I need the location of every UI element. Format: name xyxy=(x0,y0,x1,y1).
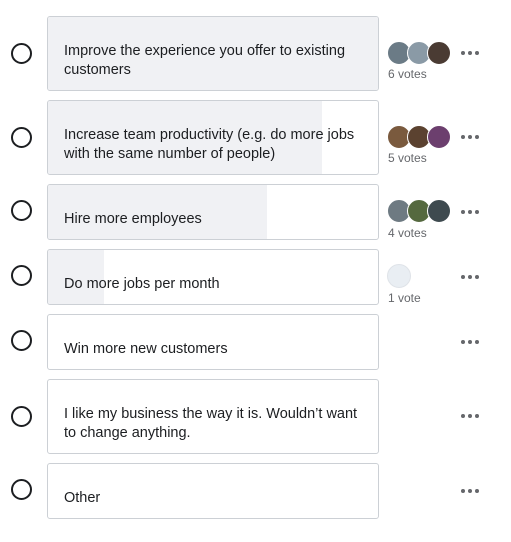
voter-avatars[interactable] xyxy=(387,199,457,223)
poll-option-row: I like my business the way it is. Wouldn… xyxy=(0,379,511,454)
voter-avatar xyxy=(427,41,451,65)
vote-count[interactable]: 5 votes xyxy=(388,151,427,165)
poll-option-box[interactable]: Other xyxy=(47,463,379,519)
poll-option-box[interactable]: Hire more employees xyxy=(47,184,379,240)
more-options-icon[interactable] xyxy=(461,49,481,57)
poll-option-row: Other xyxy=(0,463,511,519)
more-options-icon[interactable] xyxy=(461,412,481,420)
poll-option-box[interactable]: Do more jobs per month xyxy=(47,249,379,305)
more-options-icon[interactable] xyxy=(461,273,481,281)
voter-avatar xyxy=(427,199,451,223)
vote-count[interactable]: 1 vote xyxy=(388,291,421,305)
more-options-icon[interactable] xyxy=(461,133,481,141)
poll-option-label: Hire more employees xyxy=(64,211,202,227)
radio-unselected-icon[interactable] xyxy=(11,43,32,64)
more-options-icon[interactable] xyxy=(461,208,481,216)
voter-avatar xyxy=(387,264,411,288)
radio-unselected-icon[interactable] xyxy=(11,406,32,427)
voter-avatar xyxy=(427,125,451,149)
radio-unselected-icon[interactable] xyxy=(11,200,32,221)
more-options-icon[interactable] xyxy=(461,338,481,346)
radio-unselected-icon[interactable] xyxy=(11,265,32,286)
poll-option-label: Improve the experience you offer to exis… xyxy=(64,43,346,78)
poll-option-box[interactable]: I like my business the way it is. Wouldn… xyxy=(47,379,379,454)
poll-option-label: Do more jobs per month xyxy=(64,276,220,292)
poll-option-box[interactable]: Increase team productivity (e.g. do more… xyxy=(47,100,379,175)
more-options-icon[interactable] xyxy=(461,487,481,495)
poll-option-row: Improve the experience you offer to exis… xyxy=(0,16,511,91)
poll-option-label: Other xyxy=(64,490,101,506)
poll-option-row: Increase team productivity (e.g. do more… xyxy=(0,100,511,175)
radio-unselected-icon[interactable] xyxy=(11,479,32,500)
voter-avatars[interactable] xyxy=(387,41,457,65)
poll-option-label: I like my business the way it is. Wouldn… xyxy=(64,406,358,441)
radio-unselected-icon[interactable] xyxy=(11,330,32,351)
poll-option-row: Win more new customers xyxy=(0,314,511,370)
poll-option-box[interactable]: Win more new customers xyxy=(47,314,379,370)
poll-option-box[interactable]: Improve the experience you offer to exis… xyxy=(47,16,379,91)
poll-option-row: Do more jobs per month 1 vote xyxy=(0,249,511,305)
poll-option-label: Win more new customers xyxy=(64,341,228,357)
radio-unselected-icon[interactable] xyxy=(11,127,32,148)
vote-count[interactable]: 4 votes xyxy=(388,226,427,240)
poll-option-row: Hire more employees 4 votes xyxy=(0,184,511,240)
voter-avatars[interactable] xyxy=(387,125,457,149)
voter-avatars[interactable] xyxy=(387,264,457,288)
poll-option-label: Increase team productivity (e.g. do more… xyxy=(64,127,355,162)
vote-count[interactable]: 6 votes xyxy=(388,67,427,81)
